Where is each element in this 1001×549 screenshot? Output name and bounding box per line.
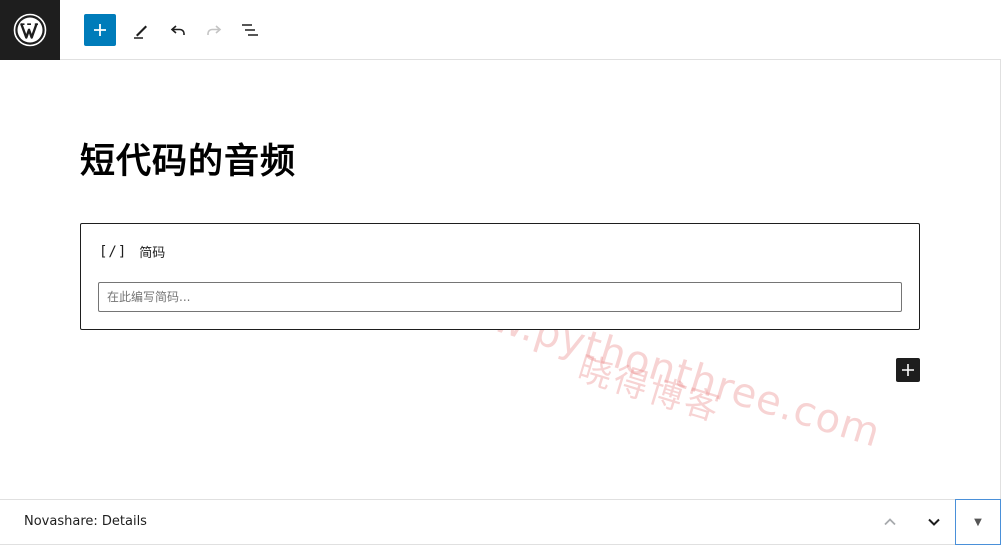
undo-icon bbox=[170, 25, 185, 35]
shortcode-label-text: 简码 bbox=[139, 246, 166, 261]
plus-icon bbox=[94, 24, 106, 36]
tools-button[interactable] bbox=[125, 14, 157, 46]
add-block-button[interactable] bbox=[84, 14, 116, 46]
redo-icon bbox=[207, 25, 222, 35]
undo-button[interactable] bbox=[162, 14, 194, 46]
move-up-button[interactable] bbox=[876, 508, 904, 536]
shortcode-input[interactable] bbox=[98, 282, 902, 312]
block-appender-button[interactable] bbox=[896, 358, 920, 382]
toggle-panel-button[interactable]: ▼ bbox=[955, 499, 1001, 545]
caret-down-icon: ▼ bbox=[974, 516, 982, 528]
shortcode-block-label: [/] 简码 bbox=[99, 242, 166, 262]
editor-header bbox=[0, 0, 1001, 60]
pencil-icon bbox=[134, 25, 147, 39]
chevron-down-icon bbox=[928, 518, 940, 526]
shortcode-block[interactable]: [/] 简码 bbox=[80, 223, 920, 330]
document-overview-button[interactable] bbox=[234, 14, 266, 46]
wordpress-logo-button[interactable] bbox=[0, 0, 60, 60]
shortcode-icon: [/] bbox=[99, 243, 128, 260]
redo-button[interactable] bbox=[198, 14, 230, 46]
watermark-name: 晓得博客 bbox=[573, 348, 727, 431]
move-down-button[interactable] bbox=[920, 508, 948, 536]
chevron-up-icon bbox=[884, 518, 896, 526]
novashare-metabox: Novashare: Details ▼ bbox=[0, 499, 1001, 545]
list-view-icon bbox=[242, 24, 258, 36]
metabox-title: Novashare: Details bbox=[24, 514, 147, 529]
post-title[interactable]: 短代码的音频 bbox=[80, 137, 296, 187]
plus-icon bbox=[902, 364, 914, 376]
wordpress-icon bbox=[13, 13, 47, 47]
